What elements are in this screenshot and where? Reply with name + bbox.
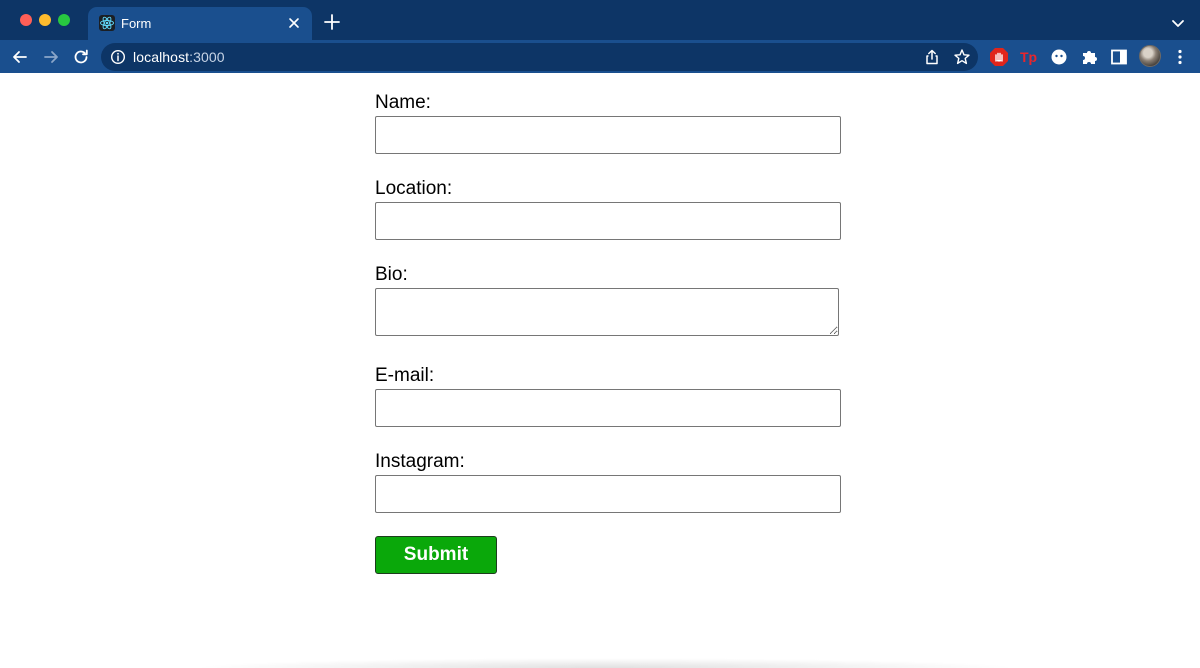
share-icon[interactable]	[923, 48, 941, 66]
stop-hand-extension-icon[interactable]	[989, 47, 1009, 67]
minimize-window-button[interactable]	[39, 14, 51, 26]
arrow-left-icon[interactable]	[10, 47, 30, 67]
url-port: :3000	[189, 49, 225, 65]
profile-avatar[interactable]	[1139, 45, 1161, 67]
tp-extension-icon[interactable]: Tp	[1019, 47, 1039, 67]
name-input[interactable]	[375, 116, 841, 154]
new-tab-icon[interactable]	[323, 13, 341, 31]
close-window-button[interactable]	[20, 14, 32, 26]
tab-strip: Form	[0, 0, 1200, 40]
tab-form[interactable]: Form	[88, 7, 312, 40]
reload-icon[interactable]	[71, 47, 91, 67]
tab-title: Form	[121, 16, 152, 31]
name-label: Name:	[375, 92, 431, 113]
location-input[interactable]	[375, 202, 841, 240]
arrow-right-icon[interactable]	[41, 47, 61, 67]
instagram-label: Instagram:	[375, 451, 465, 472]
chevron-down-icon[interactable]	[1170, 15, 1186, 31]
email-label: E-mail:	[375, 365, 435, 386]
browser-toolbar: localhost:3000 Tp	[0, 40, 1200, 73]
address-bar[interactable]: localhost:3000	[101, 43, 978, 71]
bio-textarea[interactable]	[375, 288, 839, 336]
face-extension-icon[interactable]	[1049, 47, 1069, 67]
svg-text:Tp: Tp	[1020, 49, 1037, 65]
url-text[interactable]: localhost:3000	[133, 49, 225, 65]
email-input[interactable]	[375, 389, 841, 427]
window-bottom-shadow	[190, 658, 1020, 668]
location-label: Location:	[375, 178, 453, 199]
star-icon[interactable]	[953, 48, 971, 66]
close-icon[interactable]	[286, 15, 302, 31]
react-atom-icon	[99, 15, 115, 31]
maximize-window-button[interactable]	[58, 14, 70, 26]
side-panel-icon[interactable]	[1109, 47, 1129, 67]
url-host: localhost	[133, 49, 190, 65]
info-icon[interactable]	[110, 49, 126, 65]
submit-button[interactable]: Submit	[375, 536, 497, 574]
instagram-input[interactable]	[375, 475, 841, 513]
page-content: Name: Location: Bio: E-mail: Instagram: …	[0, 73, 1200, 668]
kebab-menu-icon[interactable]	[1170, 47, 1190, 67]
puzzle-icon[interactable]	[1079, 47, 1099, 67]
bio-label: Bio:	[375, 264, 408, 285]
